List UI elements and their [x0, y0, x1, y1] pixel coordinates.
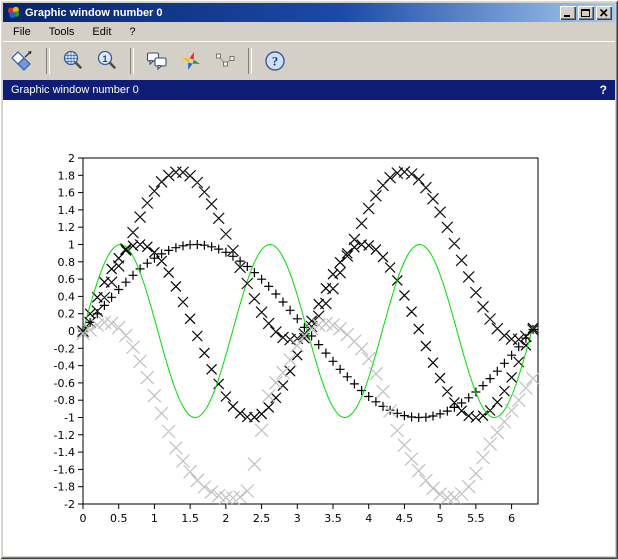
svg-text:-1.6: -1.6 — [54, 463, 75, 476]
svg-text:-0.6: -0.6 — [54, 377, 75, 390]
svg-text:-1.2: -1.2 — [54, 429, 75, 442]
svg-text:2.5: 2.5 — [253, 512, 271, 525]
info-bar: Graphic window number 0 ? — [3, 80, 615, 100]
svg-text:1.2: 1.2 — [58, 221, 76, 234]
svg-text:1.5: 1.5 — [181, 512, 199, 525]
svg-text:4: 4 — [365, 512, 372, 525]
minimize-icon — [564, 15, 570, 17]
series-4 — [77, 316, 540, 505]
help-icon: ? — [263, 49, 287, 73]
svg-text:4.5: 4.5 — [396, 512, 414, 525]
svg-text:1.8: 1.8 — [58, 169, 76, 182]
svg-text:?: ? — [272, 54, 279, 69]
svg-text:-1: -1 — [64, 412, 75, 425]
ged-star-icon — [179, 49, 203, 73]
svg-text:3.5: 3.5 — [324, 512, 342, 525]
zoom-area-icon — [61, 49, 85, 73]
graphic-window: Graphic window number 0 File Tools Edit … — [0, 0, 618, 559]
speech-bubbles-icon — [145, 49, 169, 73]
scilab-logo-icon — [6, 5, 21, 20]
info-bar-help: ? — [600, 83, 607, 97]
unzoom-button[interactable]: 1 — [91, 45, 123, 77]
svg-text:5: 5 — [437, 512, 444, 525]
svg-text:0.2: 0.2 — [58, 308, 76, 321]
close-button[interactable] — [596, 6, 612, 20]
menu-tools[interactable]: Tools — [40, 24, 84, 40]
title-bar[interactable]: Graphic window number 0 — [3, 3, 615, 22]
menu-bar: File Tools Edit ? — [3, 22, 615, 41]
maximize-icon — [581, 9, 590, 17]
menu-file[interactable]: File — [4, 24, 40, 40]
zoom-area-button[interactable] — [57, 45, 89, 77]
svg-text:0: 0 — [80, 512, 87, 525]
svg-text:6: 6 — [508, 512, 515, 525]
help-button[interactable]: ? — [259, 45, 291, 77]
ged-star-button[interactable] — [175, 45, 207, 77]
info-bar-text: Graphic window number 0 — [11, 84, 600, 96]
svg-text:5.5: 5.5 — [467, 512, 485, 525]
svg-text:2: 2 — [222, 512, 229, 525]
x-axis-ticks: 0 0.5 1 1.5 2 2.5 3 3.5 4 4.5 5 5.5 6 — [80, 504, 516, 525]
svg-text:-0.4: -0.4 — [54, 360, 75, 373]
edit-curve-nodes-button[interactable] — [209, 45, 241, 77]
svg-text:-1.4: -1.4 — [54, 446, 75, 459]
toolbar-separator — [130, 48, 134, 74]
toolbar: 1 — [3, 41, 615, 80]
unzoom-icon: 1 — [95, 49, 119, 73]
svg-text:1.4: 1.4 — [58, 204, 76, 217]
svg-text:-0.8: -0.8 — [54, 394, 75, 407]
minimize-button[interactable] — [560, 6, 576, 20]
edit-curve-nodes-icon — [213, 49, 237, 73]
svg-text:-0.2: -0.2 — [54, 342, 75, 355]
menu-edit[interactable]: Edit — [83, 24, 120, 40]
close-icon — [601, 9, 608, 16]
svg-text:0.6: 0.6 — [58, 273, 76, 286]
speech-bubbles-button[interactable] — [141, 45, 173, 77]
svg-text:1: 1 — [151, 512, 158, 525]
svg-text:0: 0 — [68, 325, 75, 338]
toolbar-separator — [46, 48, 50, 74]
svg-text:1.6: 1.6 — [58, 187, 76, 200]
svg-text:0.4: 0.4 — [58, 290, 76, 303]
plot-svg[interactable]: 00.511.522.533.544.555.5621.81.61.41.210… — [3, 100, 615, 556]
export-graphics-icon — [11, 49, 35, 73]
svg-text:1: 1 — [102, 54, 107, 64]
toolbar-separator — [248, 48, 252, 74]
window-title: Graphic window number 0 — [25, 7, 556, 19]
menu-help[interactable]: ? — [120, 24, 144, 40]
svg-text:2: 2 — [68, 152, 75, 165]
maximize-button[interactable] — [578, 6, 594, 20]
svg-text:1: 1 — [68, 239, 75, 252]
svg-text:0.8: 0.8 — [58, 256, 76, 269]
plot-frame — [83, 158, 538, 504]
svg-text:-2: -2 — [64, 498, 75, 511]
svg-text:3: 3 — [294, 512, 301, 525]
export-graphics-button[interactable] — [7, 45, 39, 77]
svg-text:-1.8: -1.8 — [54, 481, 75, 494]
series-3 — [78, 166, 539, 345]
svg-text:0.5: 0.5 — [110, 512, 128, 525]
plot-canvas[interactable]: 00.511.522.533.544.555.5621.81.61.41.210… — [3, 100, 615, 556]
